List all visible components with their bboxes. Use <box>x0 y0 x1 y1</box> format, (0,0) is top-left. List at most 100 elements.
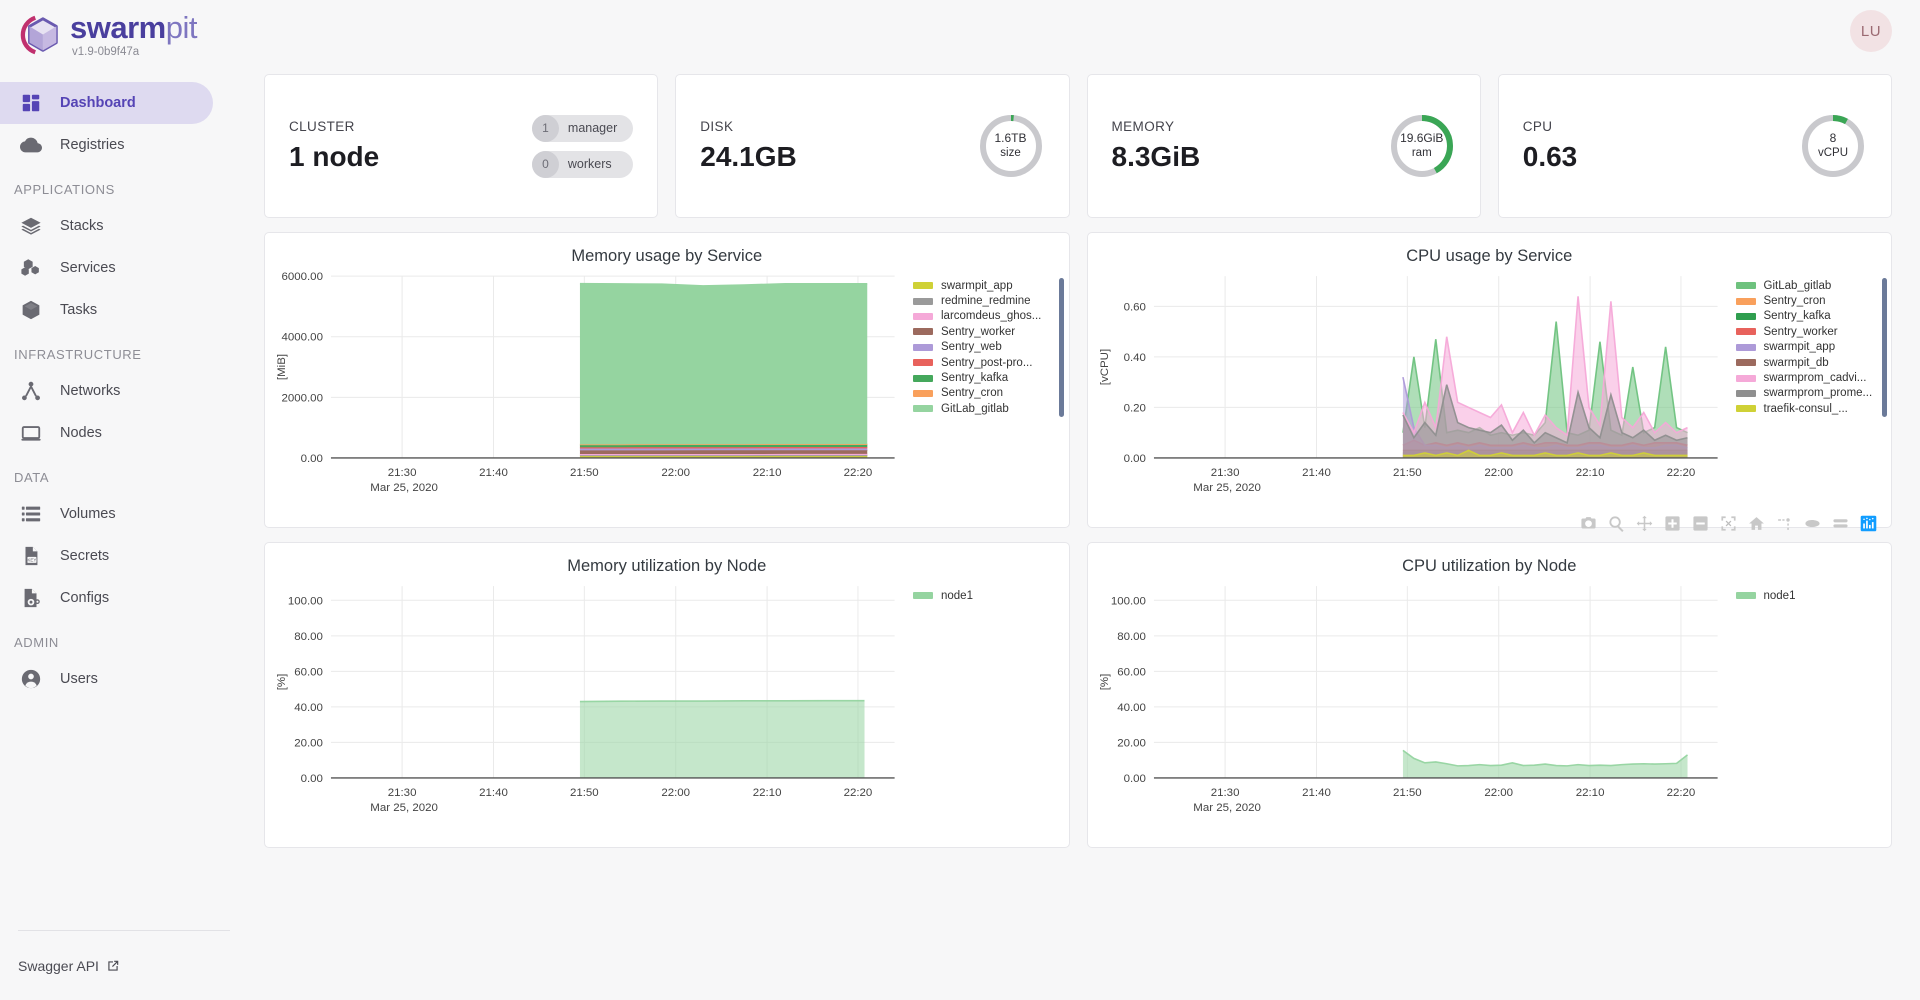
layers-icon <box>20 215 60 237</box>
legend-item[interactable]: swarmprom_cadvi... <box>1736 370 1873 385</box>
legend-item[interactable]: Sentry_worker <box>913 324 1041 339</box>
manager-label: manager <box>568 121 617 135</box>
legend-item[interactable]: node1 <box>913 588 973 603</box>
stat-card-disk: DISK 24.1GB 1.6TB size <box>675 74 1069 218</box>
memory-donut: 19.6GiB ram <box>1388 112 1456 180</box>
legend-item[interactable]: redmine_redmine <box>913 293 1041 308</box>
chart-title: Memory usage by Service <box>265 247 1069 266</box>
monitor-icon <box>20 422 60 444</box>
legend-item[interactable]: swarmpit_db <box>1736 355 1873 370</box>
manager-count: 1 <box>532 115 559 142</box>
spike-lines-icon[interactable] <box>1776 515 1793 532</box>
svg-text:21:50: 21:50 <box>570 787 599 799</box>
chart-legend[interactable]: node1 <box>1736 588 1796 603</box>
svg-text:21:40: 21:40 <box>1302 467 1331 479</box>
home-icon[interactable] <box>1748 515 1765 532</box>
legend-label: larcomdeus_ghos... <box>941 310 1041 322</box>
svg-text:21:50: 21:50 <box>1392 787 1421 799</box>
legend-item[interactable]: larcomdeus_ghos... <box>913 309 1041 324</box>
legend-item[interactable]: Sentry_kafka <box>913 370 1041 385</box>
sidebar-item-label: Services <box>60 260 116 276</box>
chart-legend[interactable]: node1 <box>913 588 973 603</box>
legend-item[interactable]: Sentry_web <box>913 340 1041 355</box>
chart-row-services: Memory usage by Service 0.002000.004000.… <box>264 232 1892 528</box>
external-link-icon <box>106 959 120 973</box>
donut-line1: 8 <box>1830 131 1837 146</box>
top-bar: LU <box>248 0 1920 62</box>
plotly-logo-icon[interactable] <box>1860 515 1877 532</box>
brand-version: v1.9-0b9f47a <box>72 46 197 58</box>
disk-donut: 1.6TB size <box>977 112 1045 180</box>
sidebar-item-services[interactable]: Services <box>0 247 213 289</box>
plot-cpu-usage-by-service[interactable]: 0.000.200.400.60[vCPU]21:3021:4021:5022:… <box>1088 266 1892 506</box>
svg-text:21:30: 21:30 <box>1210 467 1239 479</box>
legend-item[interactable]: Sentry_kafka <box>1736 309 1873 324</box>
brand-logo-area[interactable]: swarmpit v1.9-0b9f47a <box>0 0 248 70</box>
plot-memory-utilization-by-node[interactable]: 0.0020.0040.0060.0080.00100.00[%]21:3021… <box>265 576 1069 826</box>
brand-name-light: pit <box>166 10 197 45</box>
legend-label: Sentry_web <box>941 341 1002 353</box>
legend-item[interactable]: Sentry_cron <box>913 386 1041 401</box>
autoscale-icon[interactable] <box>1720 515 1737 532</box>
svg-text:21:50: 21:50 <box>1392 467 1421 479</box>
svg-text:22:00: 22:00 <box>1484 787 1513 799</box>
sidebar-item-nodes[interactable]: Nodes <box>0 412 213 454</box>
sidebar-item-users[interactable]: Users <box>0 658 213 700</box>
sidebar-item-volumes[interactable]: Volumes <box>0 493 213 535</box>
legend-item[interactable]: GitLab_gitlab <box>1736 278 1873 293</box>
zoom-icon[interactable] <box>1608 515 1625 532</box>
svg-text:40.00: 40.00 <box>1117 702 1146 714</box>
sidebar-item-dashboard[interactable]: Dashboard <box>0 82 213 124</box>
sidebar-item-tasks[interactable]: Tasks <box>0 289 213 331</box>
sidebar-group-applications: APPLICATIONS <box>0 166 248 205</box>
swagger-api-link[interactable]: Swagger API <box>18 958 120 974</box>
svg-text:0.20: 0.20 <box>1123 402 1145 414</box>
stat-value: 8.3GiB <box>1112 141 1201 173</box>
sidebar-item-registries[interactable]: Registries <box>0 124 213 166</box>
legend-item[interactable]: swarmpit_app <box>913 278 1041 293</box>
sidebar-item-configs[interactable]: Configs <box>0 577 213 619</box>
legend-label: node1 <box>1764 590 1796 602</box>
legend-item[interactable]: node1 <box>1736 588 1796 603</box>
plot-memory-usage-by-service[interactable]: 0.002000.004000.006000.00[MiB]21:3021:40… <box>265 266 1069 506</box>
chart-legend[interactable]: GitLab_gitlabSentry_cronSentry_kafkaSent… <box>1736 278 1873 417</box>
stat-title: CLUSTER <box>289 119 379 134</box>
legend-scrollbar[interactable] <box>1059 278 1064 417</box>
legend-item[interactable]: Sentry_cron <box>1736 293 1873 308</box>
legend-item[interactable]: swarmprom_prome... <box>1736 386 1873 401</box>
person-icon <box>20 668 60 690</box>
zoom-in-icon[interactable] <box>1664 515 1681 532</box>
svg-text:22:20: 22:20 <box>844 467 873 479</box>
plotly-modebar[interactable] <box>1580 515 1877 532</box>
svg-text:22:00: 22:00 <box>1484 467 1513 479</box>
hover-compare-icon[interactable] <box>1832 515 1849 532</box>
svg-text:22:10: 22:10 <box>1575 467 1604 479</box>
donut-line1: 1.6TB <box>994 131 1026 146</box>
zoom-out-icon[interactable] <box>1692 515 1709 532</box>
legend-item[interactable]: GitLab_gitlab <box>913 401 1041 416</box>
svg-text:40.00: 40.00 <box>294 702 323 714</box>
legend-item[interactable]: traefik-consul_... <box>1736 401 1873 416</box>
pan-icon[interactable] <box>1636 515 1653 532</box>
chart-card-cpu-usage-by-service: CPU usage by Service 0.000.200.400.60[vC… <box>1087 232 1893 528</box>
camera-icon[interactable] <box>1580 515 1597 532</box>
plot-cpu-utilization-by-node[interactable]: 0.0020.0040.0060.0080.00100.00[%]21:3021… <box>1088 576 1892 826</box>
sidebar-item-label: Dashboard <box>60 95 136 111</box>
sidebar-item-label: Tasks <box>60 302 97 318</box>
svg-text:22:00: 22:00 <box>661 787 690 799</box>
swarmpit-logo-icon <box>18 12 64 58</box>
chart-legend[interactable]: swarmpit_appredmine_redmine larcomdeus_gh… <box>913 278 1041 417</box>
legend-scrollbar[interactable] <box>1882 278 1887 417</box>
sidebar-item-stacks[interactable]: Stacks <box>0 205 213 247</box>
legend-swatch <box>1736 375 1756 382</box>
svg-text:0.40: 0.40 <box>1123 352 1145 364</box>
legend-item[interactable]: swarmpit_app <box>1736 340 1873 355</box>
avatar[interactable]: LU <box>1850 10 1892 52</box>
legend-item[interactable]: Sentry_post-pro... <box>913 355 1041 370</box>
hover-closest-icon[interactable] <box>1804 515 1821 532</box>
legend-label: swarmprom_cadvi... <box>1764 372 1867 384</box>
sidebar-item-secrets[interactable]: KEY Secrets <box>0 535 213 577</box>
donut-line2: vCPU <box>1818 146 1848 160</box>
sidebar-item-networks[interactable]: Networks <box>0 370 213 412</box>
legend-item[interactable]: Sentry_worker <box>1736 324 1873 339</box>
